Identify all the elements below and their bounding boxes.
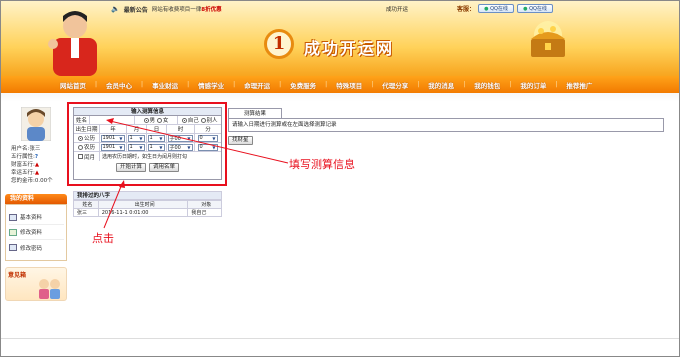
nav-item-fortune[interactable]: 命理开运	[235, 80, 279, 90]
edit-icon	[9, 228, 17, 236]
sidebar: 用户名:张三 五行属性:? 财富五行:▲ 幸运五行:▲ 您的金币:0.00个 我…	[5, 104, 67, 334]
profile-links: 基本资料 修改资料 修改密码	[5, 204, 67, 261]
logo-text[interactable]: 成功开运网	[304, 35, 394, 59]
row-target: 我自己	[187, 208, 222, 217]
question-icon[interactable]: ?	[35, 154, 38, 160]
row-birth-time: 2016-11-1 0:01:00	[97, 208, 189, 217]
host-portrait	[48, 11, 97, 76]
my-profile-header: 我的资料	[5, 194, 67, 204]
coins-label: 您的金币:	[11, 178, 35, 184]
triangle-icon: ▲	[34, 162, 40, 168]
history-title: 我排过的八字	[73, 191, 222, 200]
highlight-box	[67, 102, 227, 186]
qq-icon: ●	[484, 5, 489, 12]
fill-hint-annotation: 填写测算信息	[289, 158, 355, 171]
customer-service: 客服： ● QQ在线 ● QQ在线	[457, 4, 554, 13]
nav-item-member[interactable]: 会员中心	[97, 80, 141, 90]
history-table: 姓名 出生时间 对象 张三 2016-11-1 0:01:00 我自己	[73, 200, 222, 217]
suggestion-box[interactable]: 意见箱	[5, 267, 67, 301]
site-name-text: 成功开运	[386, 7, 409, 13]
col-name: 姓名	[73, 200, 99, 209]
nav-item-messages[interactable]: 我的消息	[419, 80, 463, 90]
notice-highlight: 8折优惠	[201, 7, 222, 13]
suggestion-box-title: 意见箱	[8, 272, 27, 279]
row-name[interactable]: 张三	[73, 208, 99, 217]
find-wealth-star-button[interactable]: 找财星	[228, 136, 253, 145]
table-row[interactable]: 张三 2016-11-1 0:01:00 我自己	[73, 208, 222, 217]
notice-label: 最新公告	[123, 6, 148, 14]
nav-item-promote[interactable]: 推荐推广	[557, 80, 601, 90]
treasure-chest-image	[531, 21, 565, 57]
username-label: 用户名:	[11, 146, 30, 152]
speaker-icon: 🔈	[111, 5, 120, 13]
notice-text[interactable]: 网站有收费项目一律8折优惠	[152, 5, 222, 13]
wuxing-label: 五行属性:	[11, 154, 35, 160]
sidebar-item-edit-info[interactable]: 修改资料	[9, 225, 64, 240]
nav-item-special[interactable]: 特殊项目	[327, 80, 371, 90]
username: 张三	[29, 146, 41, 152]
key-icon	[9, 244, 17, 251]
qq-online-button[interactable]: ● QQ在线	[478, 4, 515, 13]
sidebar-item-change-password[interactable]: 修改密码	[9, 240, 64, 255]
nav-shadow	[1, 93, 679, 102]
nav-item-love[interactable]: 情感学业	[189, 80, 233, 90]
qq-icon: ●	[523, 5, 528, 12]
result-message: 请输入日期进行测算或在左面选择测算记录	[228, 118, 664, 132]
nav-item-wallet[interactable]: 我的钱包	[465, 80, 509, 90]
avatar	[20, 106, 52, 142]
click-hint-annotation: 点击	[92, 232, 114, 245]
footer-divider	[1, 338, 679, 339]
history-panel: 我排过的八字 姓名 出生时间 对象 张三 2016-11-1 0:01:00 我…	[73, 191, 222, 217]
children-illustration	[39, 279, 60, 299]
id-card-icon	[9, 213, 17, 221]
nav-item-career[interactable]: 事业财运	[143, 80, 187, 90]
service-label: 客服：	[457, 6, 476, 13]
nav-item-free[interactable]: 免费服务	[281, 80, 325, 90]
triangle-icon: ▲	[34, 170, 40, 176]
nav-item-orders[interactable]: 我的订单	[511, 80, 555, 90]
tab-result[interactable]: 测算结果	[228, 108, 282, 118]
sidebar-item-basic-info[interactable]: 基本资料	[9, 210, 64, 225]
wealth-wuxing-label: 财富五行:	[11, 162, 35, 168]
logo-emblem[interactable]: 1	[264, 29, 294, 59]
qq-online-button[interactable]: ● QQ在线	[517, 4, 554, 13]
nav-item-home[interactable]: 网站首页	[51, 80, 95, 90]
nav-item-agent[interactable]: 代理分享	[373, 80, 417, 90]
col-target: 对象	[187, 200, 222, 209]
lucky-wuxing-label: 幸运五行:	[11, 170, 35, 176]
user-info: 用户名:张三 五行属性:? 财富五行:▲ 幸运五行:▲ 您的金币:0.00个	[11, 145, 67, 185]
coins-value: 0.00个	[34, 178, 53, 184]
col-birth-time: 出生时间	[97, 200, 189, 209]
site-header: 🔈 最新公告 网站有收费项目一律8折优惠 成功开运 客服： ● QQ在线 ● Q…	[1, 1, 679, 78]
main-nav: 网站首页 | 会员中心 | 事业财运 | 情感学业 | 命理开运 | 免费服务 | 特殊项目…	[1, 76, 679, 93]
